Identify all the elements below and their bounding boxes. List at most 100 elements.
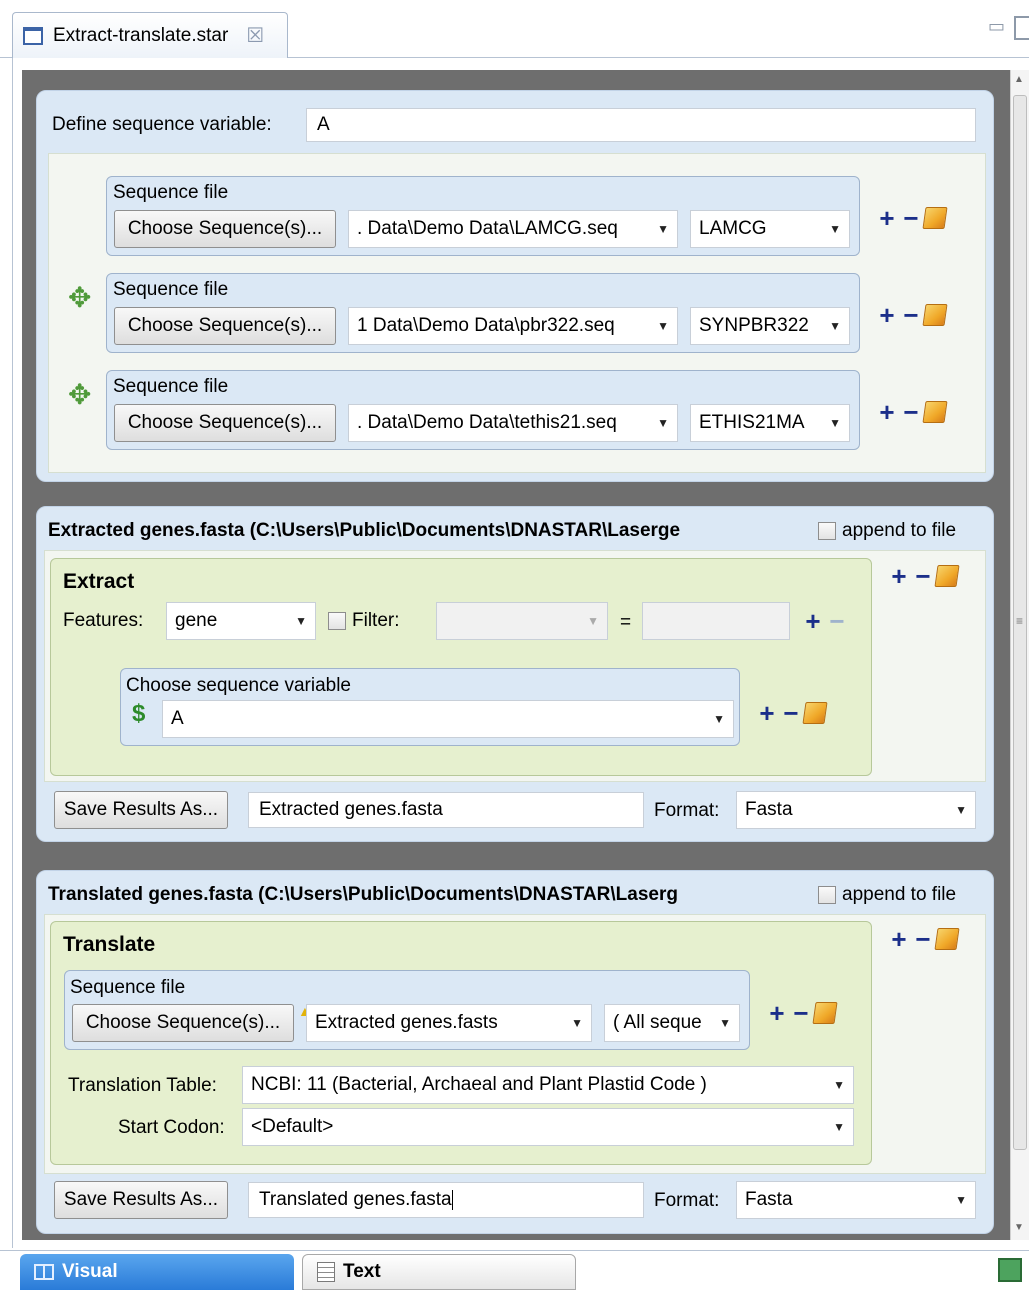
start-codon-select[interactable]: <Default> ▼ [242,1108,854,1146]
row-actions: + − [766,1000,838,1026]
dollar-variable-icon: $ [132,700,146,727]
chevron-down-icon: ▼ [657,319,669,333]
append-to-file-checkbox[interactable]: append to file [818,520,956,542]
extract-output-header: Extracted genes.fasta (C:\Users\Public\D… [48,520,681,541]
save-results-button[interactable]: Save Results As... [54,1181,228,1219]
filter-checkbox[interactable]: Filter: [328,610,400,632]
extract-step-actions: + − [888,563,960,589]
sequence-path-value: . Data\Demo Data\tethis21.seq [357,412,617,433]
sequence-name-select[interactable]: ETHIS21MA ▼ [690,404,850,442]
tab-text-label: Text [343,1261,381,1282]
format-label: Format: [654,800,720,821]
translation-table-select[interactable]: NCBI: 11 (Bacterial, Archaeal and Plant … [242,1066,854,1104]
row-actions: + − [876,205,948,231]
sequence-name-select[interactable]: LAMCG ▼ [690,210,850,248]
remove-icon[interactable]: − [790,1000,812,1026]
sequence-path-select[interactable]: 1 Data\Demo Data\pbr322.seq ▼ [348,307,678,345]
features-label: Features: [63,610,144,631]
maximize-icon[interactable] [1014,16,1029,40]
add-icon[interactable]: + [876,205,898,231]
append-to-file-checkbox[interactable]: append to file [818,884,956,906]
format-select[interactable]: Fasta ▼ [736,1181,976,1219]
scroll-down-icon[interactable]: ▼ [1014,1222,1024,1233]
filter-actions: + − [802,608,848,634]
edit-pencil-icon[interactable] [922,207,948,229]
edit-pencil-icon[interactable] [934,565,960,587]
tab-visual-label: Visual [62,1261,118,1282]
variable-name-input[interactable]: A [306,108,976,142]
choose-sequence-button[interactable]: Choose Sequence(s)... [114,210,336,248]
format-select[interactable]: Fasta ▼ [736,791,976,829]
start-codon-label: Start Codon: [118,1117,225,1138]
chevron-down-icon: ▼ [713,712,725,726]
format-label: Format: [654,1190,720,1211]
layout-toggle-icon[interactable] [998,1258,1022,1282]
editor-tab-title: Extract-translate.star [53,24,229,46]
scroll-grip-icon: ≡ [1016,614,1024,628]
sequence-file-title: Sequence file [113,376,229,397]
translation-table-label: Translation Table: [68,1075,217,1096]
edit-pencil-icon[interactable] [922,304,948,326]
chevron-down-icon: ▼ [719,1016,731,1030]
sequence-file-title: Sequence file [113,182,229,203]
start-codon-value: <Default> [251,1116,334,1137]
editor-tab[interactable]: Extract-translate.star ☒ [12,12,288,58]
chevron-down-icon: ▼ [833,1120,845,1134]
tab-visual[interactable]: Visual [20,1254,294,1290]
close-icon[interactable]: ☒ [246,23,264,48]
choose-sequence-button[interactable]: Choose Sequence(s)... [72,1004,294,1042]
add-icon[interactable]: + [876,302,898,328]
add-icon[interactable]: + [876,399,898,425]
add-icon[interactable]: + [888,563,910,589]
tab-text[interactable]: Text [302,1254,576,1290]
sequence-path-select[interactable]: . Data\Demo Data\LAMCG.seq ▼ [348,210,678,248]
remove-icon[interactable]: − [900,302,922,328]
output-filename-input[interactable]: Translated genes.fasta [248,1182,644,1218]
edit-pencil-icon[interactable] [812,1002,838,1024]
edit-pencil-icon[interactable] [922,401,948,423]
remove-icon[interactable]: − [912,926,934,952]
move-icon[interactable]: ✥ [68,284,91,312]
add-icon[interactable]: + [756,700,778,726]
output-filename-value: Extracted genes.fasta [259,799,443,820]
remove-icon[interactable]: − [912,563,934,589]
sequence-name-value: ETHIS21MA [699,412,805,433]
source-file-select[interactable]: Extracted genes.fasts ▼ [306,1004,592,1042]
remove-icon[interactable]: − [780,700,802,726]
remove-icon[interactable]: − [900,205,922,231]
variable-actions: + − [756,700,828,726]
output-filename-input[interactable]: Extracted genes.fasta [248,792,644,828]
row-actions: + − [876,399,948,425]
remove-icon[interactable]: − [826,608,848,634]
minimize-icon[interactable]: ▭ [988,16,1005,37]
chevron-down-icon: ▼ [829,416,841,430]
chevron-down-icon: ▼ [955,803,967,817]
filter-field-select[interactable]: ▼ [436,602,608,640]
edit-pencil-icon[interactable] [802,702,828,724]
output-filename-value: Translated genes.fasta [259,1189,452,1210]
checkbox-icon [328,612,346,630]
add-icon[interactable]: + [802,608,824,634]
move-icon[interactable]: ✥ [68,381,91,409]
variable-name-value: A [317,114,330,135]
chevron-down-icon: ▼ [295,614,307,628]
format-value: Fasta [745,799,793,820]
filter-value-input[interactable] [642,602,790,640]
chevron-down-icon: ▼ [657,222,669,236]
sequence-select[interactable]: ( All seque ▼ [604,1004,740,1042]
sequence-path-select[interactable]: . Data\Demo Data\tethis21.seq ▼ [348,404,678,442]
scroll-up-icon[interactable]: ▲ [1014,74,1024,85]
edit-pencil-icon[interactable] [934,928,960,950]
remove-icon[interactable]: − [900,399,922,425]
features-select[interactable]: gene ▼ [166,602,316,640]
save-results-button[interactable]: Save Results As... [54,791,228,829]
add-icon[interactable]: + [888,926,910,952]
variable-select[interactable]: A ▼ [162,700,734,738]
sequence-name-select[interactable]: SYNPBR322 ▼ [690,307,850,345]
choose-sequence-button[interactable]: Choose Sequence(s)... [114,404,336,442]
text-cursor [451,1190,453,1210]
translate-output-header: Translated genes.fasta (C:\Users\Public\… [48,884,678,905]
equals-sign: = [620,612,632,633]
add-icon[interactable]: + [766,1000,788,1026]
choose-sequence-button[interactable]: Choose Sequence(s)... [114,307,336,345]
